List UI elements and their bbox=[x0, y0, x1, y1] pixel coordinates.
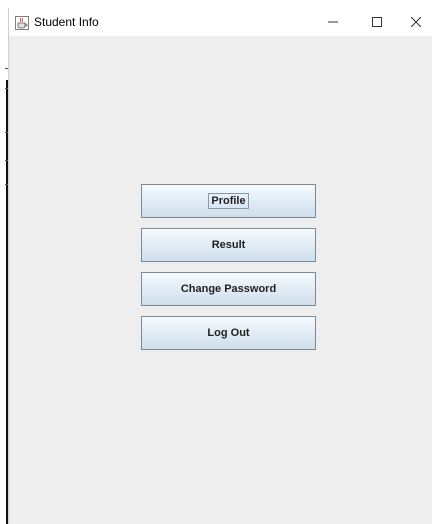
profile-button-label: Profile bbox=[208, 193, 249, 209]
result-button[interactable]: Result bbox=[141, 228, 316, 262]
log-out-button[interactable]: Log Out bbox=[141, 316, 316, 350]
close-button[interactable] bbox=[399, 8, 432, 36]
close-icon bbox=[411, 17, 421, 27]
change-password-button-label: Change Password bbox=[180, 283, 277, 295]
profile-button[interactable]: Profile bbox=[141, 184, 316, 218]
window-title: Student Info bbox=[34, 15, 99, 29]
screen: Student Info Profile Result Change Passw… bbox=[0, 0, 432, 524]
minimize-button[interactable] bbox=[311, 8, 355, 36]
student-info-window: Student Info Profile Result Change Passw… bbox=[8, 8, 432, 524]
minimize-icon bbox=[328, 17, 338, 27]
result-button-label: Result bbox=[211, 239, 246, 251]
change-password-button[interactable]: Change Password bbox=[141, 272, 316, 306]
maximize-button[interactable] bbox=[355, 8, 399, 36]
maximize-icon bbox=[372, 17, 382, 27]
background-edge bbox=[0, 0, 8, 524]
window-content: Profile Result Change Password Log Out bbox=[9, 36, 432, 524]
java-coffee-cup-icon[interactable] bbox=[15, 15, 29, 30]
title-bar[interactable]: Student Info bbox=[9, 8, 432, 36]
log-out-button-label: Log Out bbox=[207, 327, 250, 339]
